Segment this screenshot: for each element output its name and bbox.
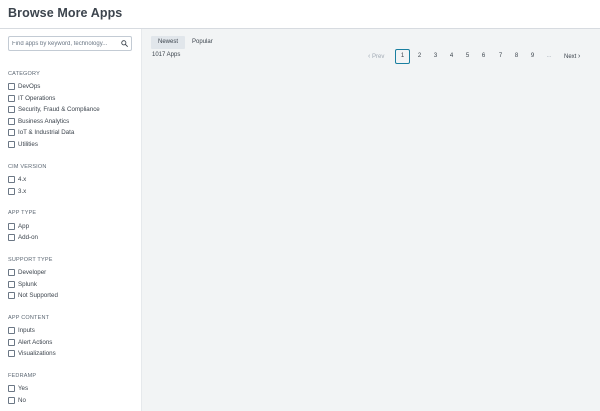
facet-option-label: No bbox=[18, 396, 26, 404]
facet-option-label: Utilities bbox=[18, 140, 38, 148]
page-ellipsis: ... bbox=[546, 53, 552, 59]
facet-title-app-type: APP TYPE bbox=[8, 210, 37, 216]
page-7-button[interactable]: 7 bbox=[493, 49, 508, 64]
page-5-button[interactable]: 5 bbox=[460, 49, 475, 64]
facet-option-label: IoT & Industrial Data bbox=[18, 129, 75, 136]
page-title: Browse More Apps bbox=[8, 6, 123, 20]
facet-option-label: Add-on bbox=[18, 234, 38, 241]
facet-option-label: App bbox=[18, 222, 30, 230]
facet-option-add-on[interactable]: Add-on bbox=[8, 233, 38, 242]
facet-option-label: Developer bbox=[18, 269, 47, 276]
facet-option-yes[interactable]: Yes bbox=[8, 384, 28, 393]
facet-option-label: DevOps bbox=[18, 83, 41, 90]
checkbox[interactable] bbox=[8, 106, 15, 113]
facet-option-developer[interactable]: Developer bbox=[8, 268, 46, 277]
checkbox[interactable] bbox=[8, 140, 15, 148]
facet-option-app[interactable]: App bbox=[8, 222, 29, 231]
facet-option-utilities[interactable]: Utilities bbox=[8, 140, 38, 149]
facet-title-cim-version: CIM VERSION bbox=[8, 164, 47, 170]
next-page-label: Next bbox=[564, 54, 577, 60]
filter-sidebar: CATEGORY DevOps IT Operations Security, … bbox=[0, 29, 142, 411]
page-2-button[interactable]: 2 bbox=[412, 49, 427, 64]
page-4-button[interactable]: 4 bbox=[444, 49, 459, 64]
facet-option-no[interactable]: No bbox=[8, 396, 26, 405]
facet-option-label: 3.x bbox=[18, 187, 27, 195]
checkbox[interactable] bbox=[8, 269, 15, 276]
facet-option-security[interactable]: Security, Fraud & Compliance bbox=[8, 105, 100, 114]
checkbox[interactable] bbox=[8, 222, 15, 230]
checkbox[interactable] bbox=[8, 94, 15, 102]
checkbox[interactable] bbox=[8, 280, 15, 288]
page-6-button[interactable]: 6 bbox=[476, 49, 491, 64]
checkbox[interactable] bbox=[8, 292, 15, 299]
checkbox[interactable] bbox=[8, 350, 15, 357]
facet-title-support-type: SUPPORT TYPE bbox=[8, 257, 53, 263]
checkbox[interactable] bbox=[8, 338, 15, 346]
search-input[interactable] bbox=[12, 38, 120, 49]
facet-option-alert-actions[interactable]: Alert Actions bbox=[8, 338, 52, 347]
chevron-right-icon: › bbox=[578, 53, 581, 60]
results-panel: Newest Popular 1017 Apps ‹ Prev 1 2 3 4 … bbox=[142, 29, 600, 411]
facet-option-not-supported[interactable]: Not Supported bbox=[8, 291, 58, 300]
tab-newest[interactable]: Newest bbox=[151, 36, 186, 49]
facet-option-label: Splunk bbox=[18, 280, 37, 288]
chevron-left-icon: ‹ bbox=[368, 53, 371, 60]
checkbox[interactable] bbox=[8, 176, 15, 183]
prev-page-button[interactable]: ‹ Prev bbox=[368, 49, 384, 64]
facet-option-label: 4.x bbox=[18, 176, 27, 183]
checkbox[interactable] bbox=[8, 117, 15, 125]
page-1-button[interactable]: 1 bbox=[395, 49, 410, 64]
checkbox[interactable] bbox=[8, 129, 15, 136]
checkbox[interactable] bbox=[8, 187, 15, 195]
checkbox[interactable] bbox=[8, 327, 15, 334]
facet-option-label: IT Operations bbox=[18, 94, 56, 102]
page-8-button[interactable]: 8 bbox=[509, 49, 524, 64]
facet-option-inputs[interactable]: Inputs bbox=[8, 326, 35, 335]
checkbox[interactable] bbox=[8, 83, 15, 90]
next-page-button[interactable]: Next › bbox=[564, 49, 580, 64]
sort-tabs: Newest Popular bbox=[151, 36, 220, 49]
page-3-button[interactable]: 3 bbox=[428, 49, 443, 64]
page-9-button[interactable]: 9 bbox=[525, 49, 540, 64]
checkbox[interactable] bbox=[8, 234, 15, 241]
pagination: ‹ Prev 1 2 3 4 5 6 7 8 9 ... Next › bbox=[142, 49, 600, 64]
facet-option-label: Yes bbox=[18, 385, 29, 392]
tab-popular[interactable]: Popular bbox=[185, 36, 220, 49]
facet-title-app-content: APP CONTENT bbox=[8, 315, 50, 321]
prev-page-label: Prev bbox=[372, 54, 385, 60]
facet-option-iot[interactable]: IoT & Industrial Data bbox=[8, 128, 74, 137]
facet-option-label: Not Supported bbox=[18, 292, 58, 299]
facet-title-category: CATEGORY bbox=[8, 71, 40, 77]
facet-option-it-operations[interactable]: IT Operations bbox=[8, 94, 55, 103]
facet-title-fedramp: FEDRAMP bbox=[8, 373, 37, 379]
facet-option-visualizations[interactable]: Visualizations bbox=[8, 349, 56, 358]
facet-option-label: Inputs bbox=[18, 327, 35, 334]
facet-option-business-analytics[interactable]: Business Analytics bbox=[8, 117, 69, 126]
facet-option-label: Business Analytics bbox=[18, 117, 70, 125]
page-header: Browse More Apps bbox=[0, 0, 600, 29]
search-icon[interactable] bbox=[121, 40, 128, 47]
checkbox[interactable] bbox=[8, 396, 15, 404]
facet-option-label: Visualizations bbox=[18, 350, 56, 357]
search-box[interactable] bbox=[8, 36, 132, 51]
facet-option-label: Alert Actions bbox=[18, 338, 53, 346]
facet-option-4x[interactable]: 4.x bbox=[8, 175, 26, 184]
facet-option-splunk[interactable]: Splunk bbox=[8, 280, 37, 289]
facet-option-3x[interactable]: 3.x bbox=[8, 187, 26, 196]
facet-option-label: Security, Fraud & Compliance bbox=[18, 106, 100, 113]
facet-option-devops[interactable]: DevOps bbox=[8, 82, 40, 91]
checkbox[interactable] bbox=[8, 385, 15, 392]
